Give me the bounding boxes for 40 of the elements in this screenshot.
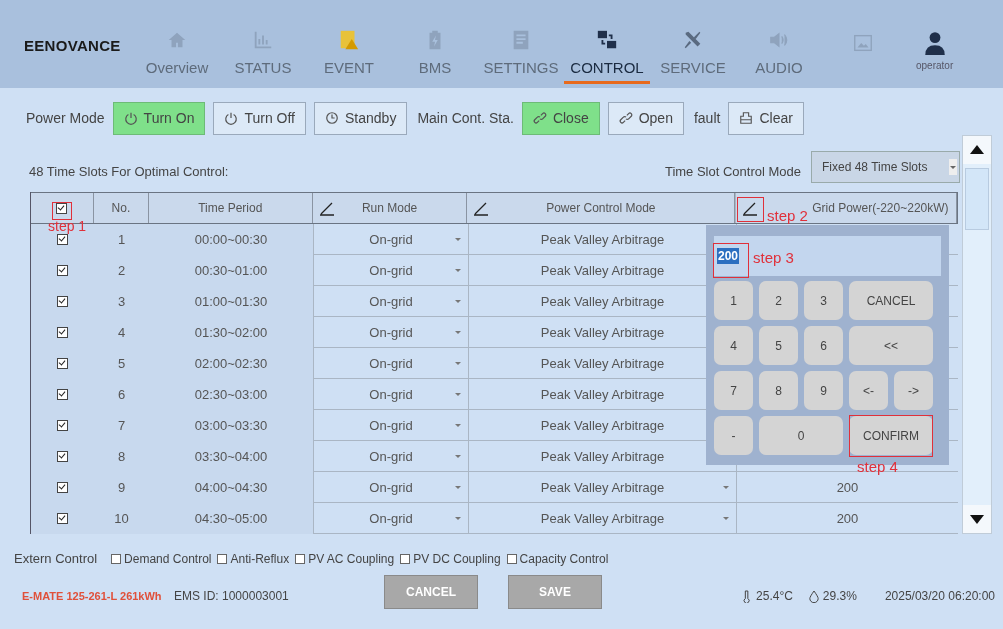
- table-cell: 00:30~01:00: [149, 255, 313, 286]
- control-label: Main Cont. Sta.: [417, 110, 514, 126]
- table-cell: 02:30~03:00: [149, 379, 313, 410]
- ems-id: EMS ID: 1000003001: [174, 589, 290, 603]
- table-cell: 04:00~04:30: [149, 472, 313, 503]
- table-cell: 2: [94, 255, 149, 286]
- column-header: Power Control Mode: [467, 193, 736, 223]
- extern-control-label: Extern Control: [14, 551, 98, 566]
- table-cell: 7: [94, 410, 149, 441]
- table-cell: 5: [94, 348, 149, 379]
- humidity-reading: 29.3%: [822, 589, 857, 603]
- table-cell: 04:30~05:00: [149, 503, 313, 534]
- table-cell: 10: [94, 503, 149, 534]
- column-header: Run Mode: [312, 193, 468, 223]
- section-title: 48 Time Slots For Optimal Control:: [29, 163, 229, 179]
- control-label: fault: [693, 110, 721, 126]
- table-cell: 4: [94, 317, 149, 348]
- table-cell: 02:00~02:30: [149, 348, 313, 379]
- table-cell: 00:00~00:30: [149, 224, 313, 255]
- table-cell: 8: [94, 441, 149, 472]
- table-cell: 1: [94, 224, 149, 255]
- step-annotation: step 4: [857, 458, 898, 475]
- date-time: 2025/03/20 06:20:00: [884, 589, 995, 603]
- device-model: E-MATE 125-261-L 261kWh: [22, 590, 163, 602]
- step-annotation: step 2: [767, 207, 808, 224]
- logo: EENOVANCE: [24, 36, 122, 54]
- step-annotation: step 3: [753, 249, 794, 266]
- table-cell: 03:30~04:00: [149, 441, 313, 472]
- table-cell: 01:00~01:30: [149, 286, 313, 317]
- control-label: Power Mode: [26, 110, 105, 126]
- table-cell: 6: [94, 379, 149, 410]
- temperature-reading: 25.4°C: [756, 589, 793, 603]
- mode-label: Time Slot Control Mode: [664, 163, 801, 179]
- table-cell: 03:00~03:30: [149, 410, 313, 441]
- column-header: Time Period: [148, 193, 313, 223]
- table-cell: 3: [94, 286, 149, 317]
- column-header: No.: [93, 193, 149, 223]
- table-cell: 200: [736, 503, 958, 534]
- table-cell: 01:30~02:00: [149, 317, 313, 348]
- table-cell: 9: [94, 472, 149, 503]
